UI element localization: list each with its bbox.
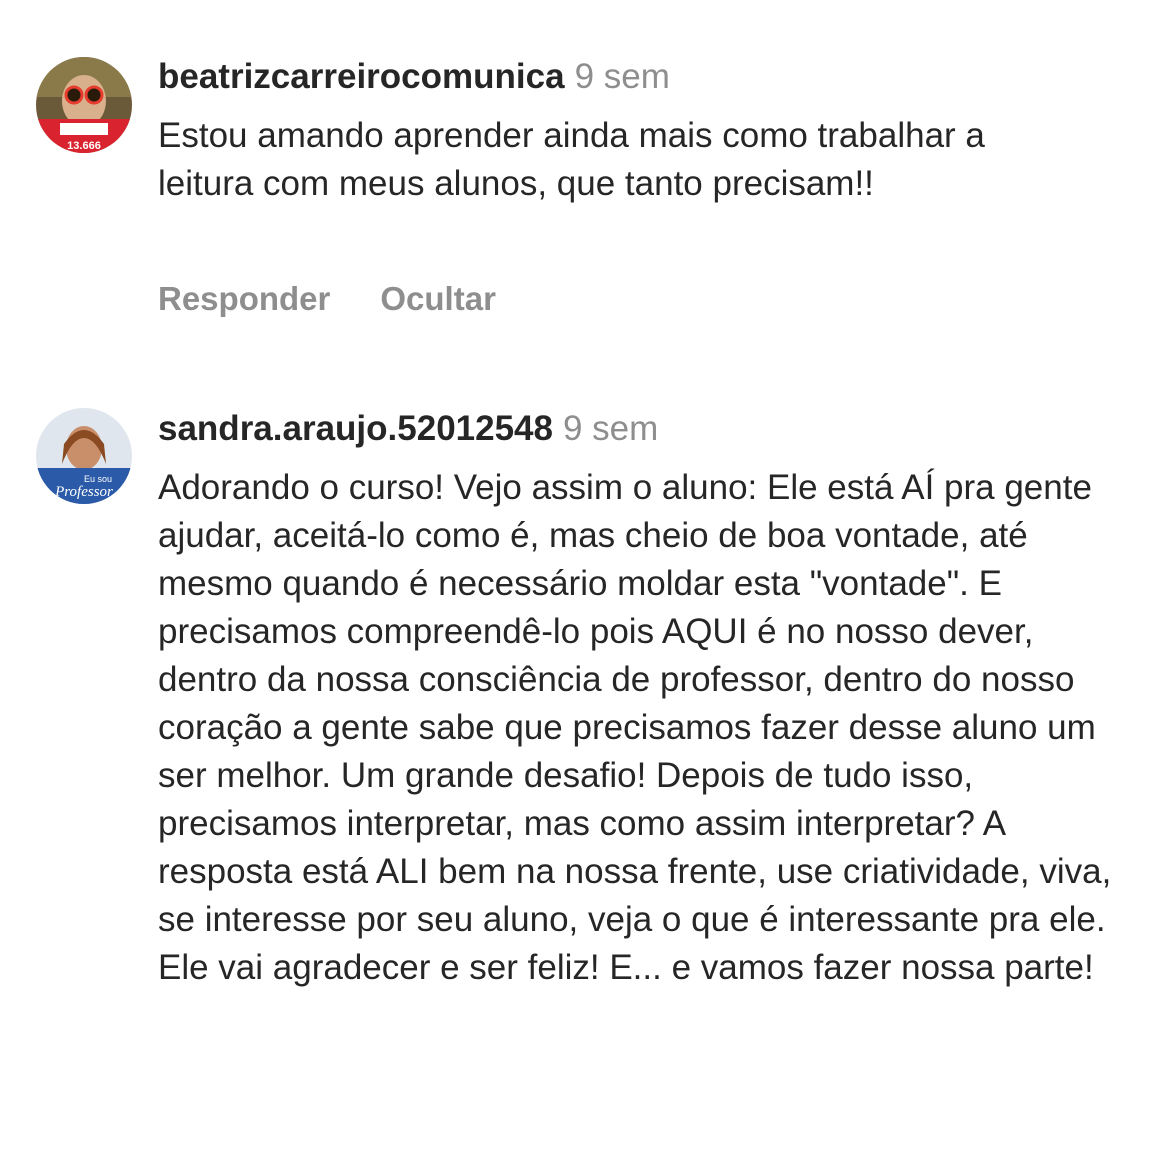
comment-header: beatrizcarreirocomunica 9 sem — [158, 56, 670, 98]
comment-header: sandra.araujo.52012548 9 sem — [158, 408, 658, 450]
username-link[interactable]: beatrizcarreirocomunica — [158, 57, 565, 96]
avatar[interactable]: Eu sou Professor — [36, 408, 132, 504]
comment-text: Estou amando aprender ainda mais como tr… — [158, 116, 985, 203]
comment-item: Eu sou Professor sandra.araujo.52012548 9… — [0, 360, 1174, 1151]
avatar-caption: Professor — [54, 484, 113, 500]
avatar-caption-small: Eu sou — [84, 474, 112, 484]
comment-text: Adorando o curso! Vejo assim o aluno: El… — [158, 468, 1112, 987]
avatar-image: 13.666 — [36, 57, 132, 153]
username-link[interactable]: sandra.araujo.52012548 — [158, 409, 553, 448]
reply-button[interactable]: Responder — [158, 280, 330, 317]
avatar-badge-text: 13.666 — [67, 140, 101, 152]
avatar-image: Eu sou Professor — [36, 408, 132, 504]
avatar[interactable]: 13.666 — [36, 57, 132, 153]
timestamp: 9 sem — [562, 409, 659, 448]
timestamp: 9 sem — [574, 57, 670, 96]
comment-actions: Responder Ocultar — [158, 280, 546, 318]
comment-item: 13.666 beatrizcarreirocomunica 9 sem Esto… — [0, 0, 1174, 360]
hide-button[interactable]: Ocultar — [380, 280, 496, 317]
